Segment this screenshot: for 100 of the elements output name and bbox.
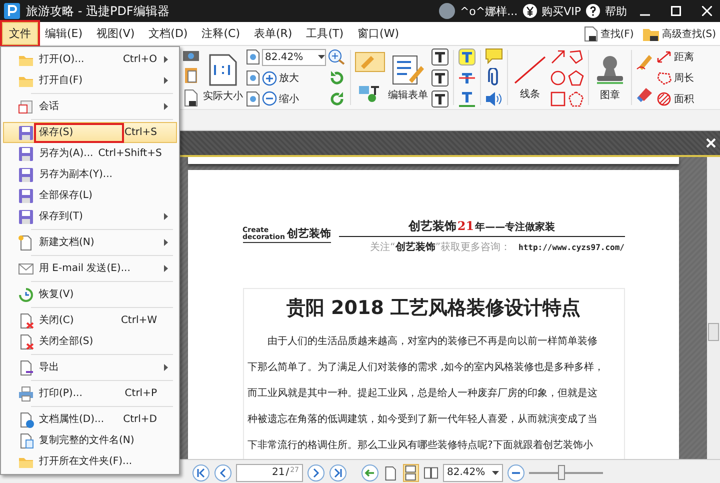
user-name[interactable]: ^o^娜样... xyxy=(460,4,518,18)
menu-item[interactable]: 视图(V) xyxy=(90,22,142,45)
menu-item[interactable]: 工具(T) xyxy=(299,22,351,45)
text-list-icon[interactable] xyxy=(431,90,449,108)
camera-icon[interactable] xyxy=(182,48,200,62)
page-mode-button[interactable] xyxy=(383,464,399,482)
menu-item[interactable]: 保存到(T) xyxy=(3,206,177,227)
rotate-left-icon[interactable] xyxy=(329,70,345,86)
menu-item[interactable]: 另存为(A)... Ctrl+Shift+S xyxy=(3,143,177,164)
new-document-icon xyxy=(18,234,34,250)
menu-item[interactable]: 用 E-mail 发送(E)... xyxy=(3,258,177,279)
menu-item[interactable]: 文档属性(D)... Ctrl+D xyxy=(3,409,177,430)
pentagon-icon[interactable] xyxy=(568,70,584,86)
menu-item[interactable]: 打开自(F) xyxy=(3,70,177,91)
add-image-text-icon[interactable] xyxy=(358,84,382,103)
line-tool-button[interactable]: 线条 xyxy=(512,46,548,109)
magnifier-plus-icon[interactable] xyxy=(328,48,346,64)
slogan: 年——专注做家装 xyxy=(475,220,556,234)
vertical-scrollbar[interactable] xyxy=(707,157,720,459)
text-field-icon[interactable] xyxy=(431,48,449,66)
zoom-out-icon[interactable] xyxy=(507,464,525,482)
menu-item[interactable]: 打印(P)... Ctrl+P xyxy=(3,383,177,404)
zoom-in-button[interactable]: 放大 xyxy=(262,70,299,86)
submenu-arrow-icon xyxy=(162,239,170,246)
help-link[interactable]: 帮助 xyxy=(605,4,627,18)
eraser-icon[interactable] xyxy=(636,86,654,102)
submenu-arrow-icon xyxy=(162,56,170,63)
minus-icon[interactable] xyxy=(262,91,277,106)
menu-item[interactable]: 全部保存(L) xyxy=(3,185,177,206)
last-page-icon[interactable] xyxy=(329,464,347,482)
paragraph-line: 下非常流行的格调住所。那么工业风有哪些装修特点呢?下面就跟着创艺装饰小 xyxy=(248,438,594,453)
edit-form-button[interactable]: 编辑表单 xyxy=(387,46,429,109)
close-icon[interactable] xyxy=(706,138,716,148)
yen-icon[interactable] xyxy=(522,4,537,18)
menu-item[interactable]: 表单(R) xyxy=(246,22,300,45)
menu-item[interactable]: 会话 xyxy=(3,96,177,117)
submenu-arrow-icon xyxy=(162,265,170,272)
cloud-polygon-icon[interactable] xyxy=(568,90,584,106)
caret-icon xyxy=(492,470,499,474)
menu-item[interactable]: 保存(S) Ctrl+S xyxy=(3,122,177,143)
menu-item[interactable]: 打开所在文件夹(F)... xyxy=(3,451,177,472)
actual-size-button[interactable]: 实际大小 xyxy=(202,46,244,109)
underline-icon[interactable] xyxy=(458,90,476,108)
polyline-icon[interactable] xyxy=(568,48,584,64)
paperclip-icon[interactable] xyxy=(488,68,500,86)
circle-icon[interactable] xyxy=(550,70,566,86)
menu-item[interactable]: 复制完整的文件名(N) xyxy=(3,430,177,451)
buy-vip-link[interactable]: 购买VIP xyxy=(542,4,581,18)
area-icon[interactable] xyxy=(656,92,672,106)
close-icon[interactable] xyxy=(702,6,712,16)
rotate-right-icon[interactable] xyxy=(329,90,345,106)
page-mode-button[interactable] xyxy=(403,464,419,482)
clipboard-icon[interactable] xyxy=(184,66,198,84)
zoom-field[interactable]: 82.42% xyxy=(262,48,326,66)
area-tool-button[interactable]: 面积 xyxy=(656,92,694,106)
plus-icon[interactable] xyxy=(262,70,277,86)
arrow-icon[interactable] xyxy=(550,48,566,64)
menu-item[interactable]: 另存为副本(Y)... xyxy=(3,164,177,185)
slider-thumb[interactable] xyxy=(558,465,565,480)
zoom-out-button[interactable]: 缩小 xyxy=(262,91,299,106)
menu-item[interactable]: 文档(D) xyxy=(142,22,195,45)
text-box-icon[interactable] xyxy=(431,68,449,86)
menu-item[interactable]: 注释(C) xyxy=(194,22,247,45)
paragraph-line: 而工业风就是其中一种。提起工业风，总是给人一种废弃厂房的印象，但就是这 xyxy=(248,386,598,401)
menu-item[interactable]: 文件 xyxy=(2,22,38,45)
menu-item[interactable]: 关闭(C) Ctrl+W xyxy=(3,310,177,331)
stamp-button[interactable]: 图章 xyxy=(593,46,627,109)
paragraph-line: 由于人们的生活品质越来越高，对室内的装修已不再是向以前一样简单装修 xyxy=(266,334,598,349)
menu-item[interactable]: 打开(O)... Ctrl+O xyxy=(3,49,177,70)
envelope-icon xyxy=(18,260,34,276)
maximize-icon[interactable] xyxy=(671,6,681,16)
menu-item[interactable]: 新建文档(N) xyxy=(3,232,177,253)
menu-item[interactable]: 窗口(W) xyxy=(350,22,406,45)
perimeter-tool-button[interactable]: 周长 xyxy=(656,70,694,84)
brand-name: 创艺装饰 xyxy=(408,218,456,235)
speaker-icon[interactable] xyxy=(485,90,503,107)
menu-item[interactable]: 编辑(E) xyxy=(38,22,90,45)
stamp-icon xyxy=(594,54,626,86)
square-icon[interactable] xyxy=(550,90,566,106)
advanced-find-button[interactable]: 高级查找(S) xyxy=(638,26,720,42)
pencil-icon[interactable] xyxy=(636,53,654,72)
zoom-field[interactable]: 82.42% xyxy=(443,464,503,482)
previous-page-icon[interactable] xyxy=(214,464,232,482)
one-to-one-icon xyxy=(208,52,238,86)
distance-tool-button[interactable]: 距离 xyxy=(656,50,694,64)
avatar[interactable] xyxy=(438,3,455,19)
follow-text: 关注“创艺装饰”获取更多咨询： xyxy=(370,240,511,254)
next-page-icon[interactable] xyxy=(307,464,325,482)
perimeter-icon[interactable] xyxy=(656,70,672,84)
menu-item[interactable]: 关闭全部(S) xyxy=(3,331,177,352)
submenu-arrow-icon xyxy=(162,103,170,110)
menu-item[interactable]: 恢复(V) xyxy=(3,284,177,305)
first-page-icon[interactable] xyxy=(192,464,210,482)
menu-item[interactable]: 导出 xyxy=(3,357,177,378)
find-button[interactable]: 查找(F) xyxy=(580,26,638,42)
text-highlight-icon[interactable] xyxy=(458,48,476,66)
close-document-icon xyxy=(18,312,34,328)
help-icon[interactable] xyxy=(586,4,600,18)
ruler-arrow-icon[interactable] xyxy=(656,50,672,64)
floppy-disks-icon xyxy=(18,188,34,204)
